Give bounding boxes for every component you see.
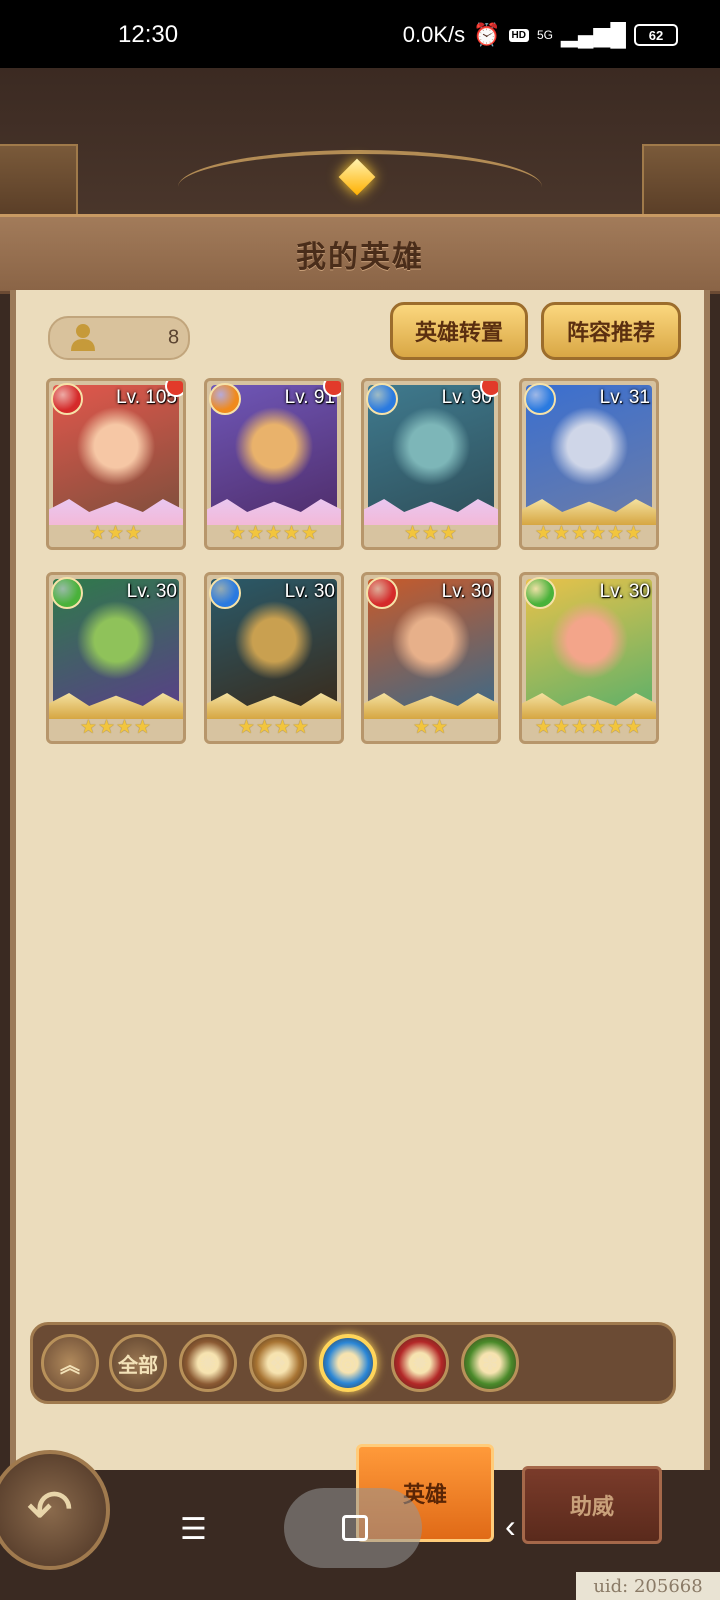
nav-back-icon[interactable]: ‹	[505, 1508, 516, 1545]
net-speed: 0.0K/s	[402, 22, 466, 47]
notification-dot	[323, 381, 341, 397]
hero-stars: ★★★★	[79, 717, 153, 738]
filter-element-3-button[interactable]: ◎	[319, 1334, 377, 1392]
filter-all-button[interactable]: 全部	[109, 1334, 167, 1392]
notification-dot	[480, 381, 498, 397]
hero-card[interactable]: Lv. 30 ★★★★	[204, 572, 344, 744]
nature-element-icon	[524, 577, 556, 609]
double-chevron-up-icon: ︽	[60, 1354, 80, 1377]
status-bar: 12:30 0.0K/s ⏰ HD 5G ▂▄▆█ 62	[0, 0, 720, 68]
tab-assist-label: 助威	[569, 1494, 614, 1519]
water-element-icon	[209, 577, 241, 609]
water-element-icon	[366, 383, 398, 415]
hero-level: Lv. 30	[126, 581, 177, 602]
hero-level: Lv. 30	[284, 581, 335, 602]
lineup-recommend-button[interactable]: 阵容推荐	[541, 302, 681, 360]
light-element-icon	[209, 383, 241, 415]
filter-element-5-button[interactable]: ✽	[461, 1334, 519, 1392]
home-icon[interactable]	[342, 1515, 368, 1541]
hero-card[interactable]: Lv. 91 ★★★★★	[204, 378, 344, 550]
hero-card[interactable]: Lv. 30 ★★	[361, 572, 501, 744]
hero-stars: ★★★★	[237, 717, 311, 738]
battery-level: 62	[648, 27, 664, 43]
hero-card[interactable]: Lv. 30 ★★★★	[46, 572, 186, 744]
filter-element-4-button[interactable]: ✹	[391, 1334, 449, 1392]
left-pillar	[0, 144, 78, 218]
menu-icon[interactable]: ☰	[180, 1512, 207, 1547]
hero-stars: ★★★★★★	[534, 523, 644, 544]
signal-icon: ▂▄▆█	[560, 22, 626, 47]
right-pillar	[642, 144, 720, 218]
hero-count: 8	[168, 326, 180, 349]
hero-level: Lv. 31	[599, 387, 650, 408]
water-element-icon	[524, 383, 556, 415]
hero-stars: ★★	[412, 717, 450, 738]
status-icons: 0.0K/s ⏰ HD 5G ▂▄▆█ 62	[403, 22, 678, 48]
filter-all-label: 全部	[118, 1354, 158, 1377]
hero-level: Lv. 30	[599, 581, 650, 602]
title-bar: 我的英雄	[0, 214, 720, 294]
filter-element-2-button[interactable]: ❖	[249, 1334, 307, 1392]
filter-bar: ︽ 全部 ✺ ❖ ◎ ✹ ✽	[30, 1322, 676, 1404]
cog-emblem-icon: ✹	[411, 1352, 429, 1375]
spiral-emblem-icon: ✽	[481, 1352, 499, 1375]
hero-stars: ★★★	[403, 523, 459, 544]
nature-element-icon	[51, 577, 83, 609]
status-time: 12:30	[118, 21, 179, 48]
diamond-emblem-icon: ❖	[269, 1352, 287, 1375]
hero-card[interactable]: Lv. 31 ★★★★★★	[519, 378, 659, 550]
signal-label: 5G	[536, 28, 553, 42]
back-button[interactable]: ↶	[0, 1450, 110, 1570]
hero-stars: ★★★	[88, 523, 144, 544]
hero-card[interactable]: Lv. 30 ★★★★★★	[519, 572, 659, 744]
notification-dot	[165, 381, 183, 397]
alarm-icon: ⏰	[473, 22, 501, 47]
user-id: uid: 205668	[576, 1572, 720, 1600]
filter-element-1-button[interactable]: ✺	[179, 1334, 237, 1392]
hero-transfer-button[interactable]: 英雄转置	[390, 302, 528, 360]
hero-stars: ★★★★★★	[534, 717, 644, 738]
person-icon	[71, 324, 95, 351]
hero-stars: ★★★★★	[228, 523, 320, 544]
tab-assist[interactable]: 助威	[522, 1466, 662, 1544]
page-title: 我的英雄	[296, 241, 424, 274]
collapse-filter-button[interactable]: ︽	[41, 1334, 99, 1392]
back-arrow-icon: ↶	[26, 1478, 74, 1541]
hero-card[interactable]: Lv. 105 ★★★	[46, 378, 186, 550]
hero-level: Lv. 30	[441, 581, 492, 602]
sun-emblem-icon: ✺	[199, 1352, 217, 1375]
hero-count-pill: 8	[48, 316, 190, 360]
fire-element-icon	[51, 383, 83, 415]
hd-badge: HD	[508, 28, 529, 42]
swirl-emblem-icon: ◎	[339, 1352, 357, 1375]
fire-element-icon	[366, 577, 398, 609]
hero-card[interactable]: Lv. 90 ★★★	[361, 378, 501, 550]
battery-icon: 62	[634, 24, 678, 46]
